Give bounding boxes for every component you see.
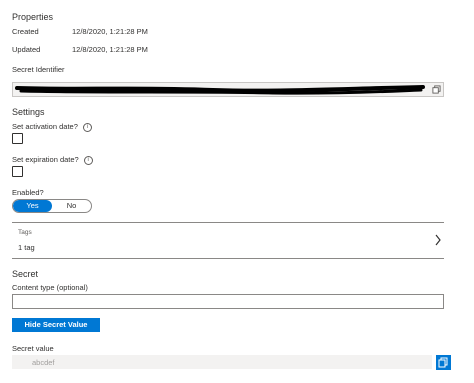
enabled-label: Enabled? (12, 188, 44, 197)
updated-value: 12/8/2020, 1:21:28 PM (72, 45, 148, 54)
secret-identifier-label: Secret Identifier (12, 65, 65, 74)
redaction-scribble (15, 85, 425, 95)
enabled-yes-option[interactable]: Yes (13, 200, 52, 212)
tags-row[interactable]: Tags 1 tag (12, 223, 444, 257)
updated-label: Updated (12, 45, 41, 54)
expiration-date-row: Set expiration date? i (12, 155, 93, 165)
created-value: 12/8/2020, 1:21:28 PM (72, 27, 148, 36)
copy-secret-button[interactable] (436, 355, 451, 370)
activation-date-row: Set activation date? i (12, 122, 92, 132)
created-label: Created (12, 27, 39, 36)
activation-date-label: Set activation date? (12, 122, 78, 131)
secret-identifier-field[interactable] (12, 82, 444, 97)
info-icon[interactable]: i (82, 122, 92, 132)
secret-value-label: Secret value (12, 344, 54, 353)
tags-bottom-divider (12, 258, 444, 259)
secret-heading: Secret (12, 269, 39, 279)
tags-value: 1 tag (18, 243, 35, 252)
secret-value-field[interactable]: abcdef (12, 355, 432, 369)
expiration-date-checkbox[interactable] (12, 166, 23, 177)
enabled-no-option[interactable]: No (52, 200, 91, 212)
info-icon[interactable]: i (83, 155, 93, 165)
enabled-toggle[interactable]: Yes No (12, 199, 92, 213)
expiration-date-label: Set expiration date? (12, 155, 79, 164)
copy-icon[interactable] (431, 84, 441, 94)
settings-heading: Settings (12, 107, 45, 117)
tags-label: Tags (18, 229, 32, 236)
activation-date-checkbox[interactable] (12, 133, 23, 144)
content-type-label: Content type (optional) (12, 283, 88, 292)
hide-secret-value-button[interactable]: Hide Secret Value (12, 318, 100, 332)
secret-value-text: abcdef (32, 358, 55, 367)
content-type-input[interactable] (12, 294, 444, 309)
properties-heading: Properties (12, 12, 54, 22)
copy-icon (438, 357, 448, 368)
chevron-right-icon[interactable] (434, 233, 442, 251)
